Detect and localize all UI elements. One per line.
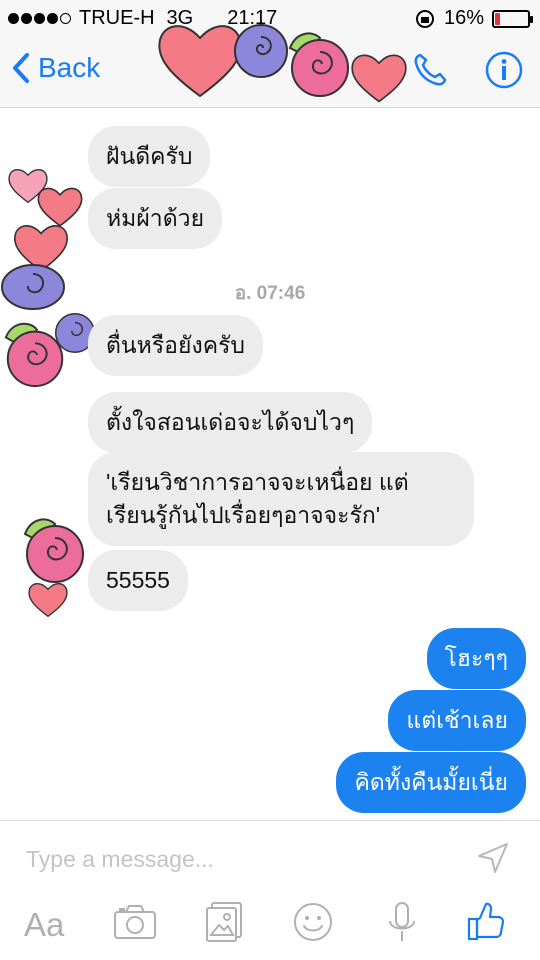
info-icon[interactable] xyxy=(484,50,524,90)
chevron-left-icon xyxy=(13,53,29,83)
message-bubble-outgoing[interactable]: คิดทั้งคืนมั้ยเนี่ย xyxy=(336,752,526,813)
message-text: แต่เช้าเลย xyxy=(406,707,508,733)
heart-sticker xyxy=(28,583,68,618)
microphone-icon[interactable] xyxy=(386,901,418,945)
message-bubble-incoming[interactable]: 55555 xyxy=(88,550,188,611)
message-text: ตั้งใจสอนเด่อจะได้จบไวๆ xyxy=(106,409,355,435)
message-text: 55555 xyxy=(106,567,170,593)
status-right: 16% xyxy=(414,7,533,30)
message-text: 'เรียนวิชาการอาจจะเหนื่อย แต่เรียนรู้กัน… xyxy=(106,469,409,528)
rose-sticker xyxy=(23,518,84,583)
battery-level xyxy=(495,12,501,25)
signal-strength-icon xyxy=(8,13,73,24)
rose-sticker xyxy=(4,322,64,388)
battery-icon xyxy=(492,9,533,28)
send-icon[interactable] xyxy=(476,841,510,875)
heart-sticker xyxy=(351,54,407,103)
message-bubble-incoming[interactable]: ตั้งใจสอนเด่อจะได้จบไวๆ xyxy=(88,392,373,453)
message-text: ฝันดีครับ xyxy=(106,143,193,169)
camera-icon[interactable] xyxy=(112,903,158,941)
rose-sticker xyxy=(288,32,349,97)
message-bubble-incoming[interactable]: 'เรียนวิชาการอาจจะเหนื่อย แต่เรียนรู้กัน… xyxy=(88,452,474,546)
message-timestamp: อ. 07:46 xyxy=(234,283,306,304)
message-input[interactable] xyxy=(26,841,446,877)
phone-icon[interactable] xyxy=(410,50,450,90)
gallery-icon[interactable] xyxy=(204,901,244,943)
carrier-name: TRUE-H xyxy=(79,7,155,29)
composer: Aa xyxy=(0,820,540,960)
text-format-button[interactable]: Aa xyxy=(24,905,64,945)
thumbs-up-icon[interactable] xyxy=(466,901,506,943)
message-bubble-incoming[interactable]: ฝันดีครับ xyxy=(88,126,211,187)
message-bubble-incoming[interactable]: ตื่นหรือยังครับ xyxy=(88,315,264,376)
message-text: ห่มผ้าด้วย xyxy=(106,205,205,231)
emoji-icon[interactable] xyxy=(292,901,334,943)
message-text: คิดทั้งคืนมั้ยเนี่ย xyxy=(354,769,508,795)
message-bubble-outgoing[interactable]: โฮะๆๆ xyxy=(426,628,526,689)
rotation-lock-icon xyxy=(415,9,434,28)
battery-percent: 16% xyxy=(443,7,484,29)
message-bubble-incoming[interactable]: ห่มผ้าด้วย xyxy=(88,188,223,249)
back-button[interactable]: Back xyxy=(12,52,100,84)
back-label: Back xyxy=(38,52,101,83)
message-text: ตื่นหรือยังครับ xyxy=(106,332,246,358)
message-bubble-outgoing[interactable]: แต่เช้าเลย xyxy=(388,690,526,751)
message-text: โฮะๆๆ xyxy=(444,645,508,671)
